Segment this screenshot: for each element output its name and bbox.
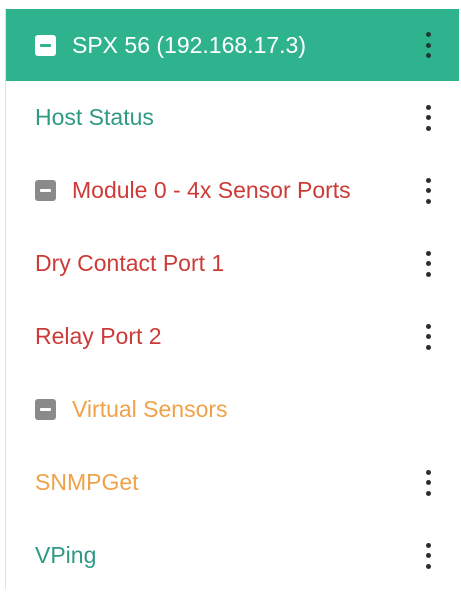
kebab-dot <box>425 271 431 277</box>
vping-menu-kebab-icon[interactable] <box>423 542 433 569</box>
vping-label: VPing <box>35 542 97 568</box>
minus-bar <box>40 189 51 192</box>
host-status-menu-kebab-icon[interactable] <box>423 104 433 131</box>
collapse-minus-icon[interactable] <box>35 180 56 201</box>
kebab-dot <box>425 334 431 339</box>
kebab-dot <box>425 323 431 329</box>
minus-bar <box>40 43 51 47</box>
tree-host-row[interactable]: SPX 56 (192.168.17.3) <box>6 9 459 81</box>
kebab-dot <box>425 480 431 485</box>
kebab-dot <box>425 542 431 548</box>
tree-item-dry-contact-port-1[interactable]: Dry Contact Port 1 <box>6 227 459 300</box>
kebab-dot <box>425 104 431 110</box>
kebab-dot <box>425 553 431 558</box>
tree-item-relay-port-2[interactable]: Relay Port 2 <box>6 300 459 373</box>
module-0-label: Module 0 - 4x Sensor Ports <box>72 177 351 203</box>
minus-bar <box>40 408 51 411</box>
kebab-dot <box>425 344 431 350</box>
kebab-dot <box>425 490 431 496</box>
kebab-dot <box>425 53 431 58</box>
host-label: SPX 56 (192.168.17.3) <box>72 31 306 58</box>
tree-item-snmpget[interactable]: SNMPGet <box>6 446 459 519</box>
collapse-minus-icon[interactable] <box>35 399 56 420</box>
kebab-dot <box>425 563 431 569</box>
snmpget-menu-kebab-icon[interactable] <box>423 469 433 496</box>
kebab-dot <box>425 115 431 120</box>
relay-port-menu-kebab-icon[interactable] <box>423 323 433 350</box>
kebab-dot <box>425 188 431 193</box>
module-0-menu-kebab-icon[interactable] <box>423 177 433 204</box>
kebab-dot <box>425 250 431 256</box>
tree-item-host-status[interactable]: Host Status <box>6 81 459 154</box>
relay-port-2-label: Relay Port 2 <box>35 323 162 349</box>
device-tree: SPX 56 (192.168.17.3) Host Status Module… <box>5 9 459 589</box>
tree-item-module-0[interactable]: Module 0 - 4x Sensor Ports <box>6 154 459 227</box>
kebab-dot <box>425 198 431 204</box>
snmpget-label: SNMPGet <box>35 469 139 495</box>
kebab-dot <box>425 42 431 48</box>
kebab-dot <box>425 261 431 266</box>
kebab-dot <box>425 177 431 183</box>
host-menu-kebab-icon[interactable] <box>423 32 433 58</box>
kebab-dot <box>425 469 431 475</box>
collapse-minus-icon[interactable] <box>35 34 56 56</box>
dry-contact-menu-kebab-icon[interactable] <box>423 250 433 277</box>
host-status-label: Host Status <box>35 104 154 130</box>
virtual-sensors-label: Virtual Sensors <box>72 396 228 422</box>
kebab-dot <box>425 32 431 37</box>
kebab-dot <box>425 125 431 131</box>
tree-item-virtual-sensors[interactable]: Virtual Sensors <box>6 373 459 446</box>
dry-contact-port-1-label: Dry Contact Port 1 <box>35 250 225 276</box>
tree-item-vping[interactable]: VPing <box>6 519 459 592</box>
